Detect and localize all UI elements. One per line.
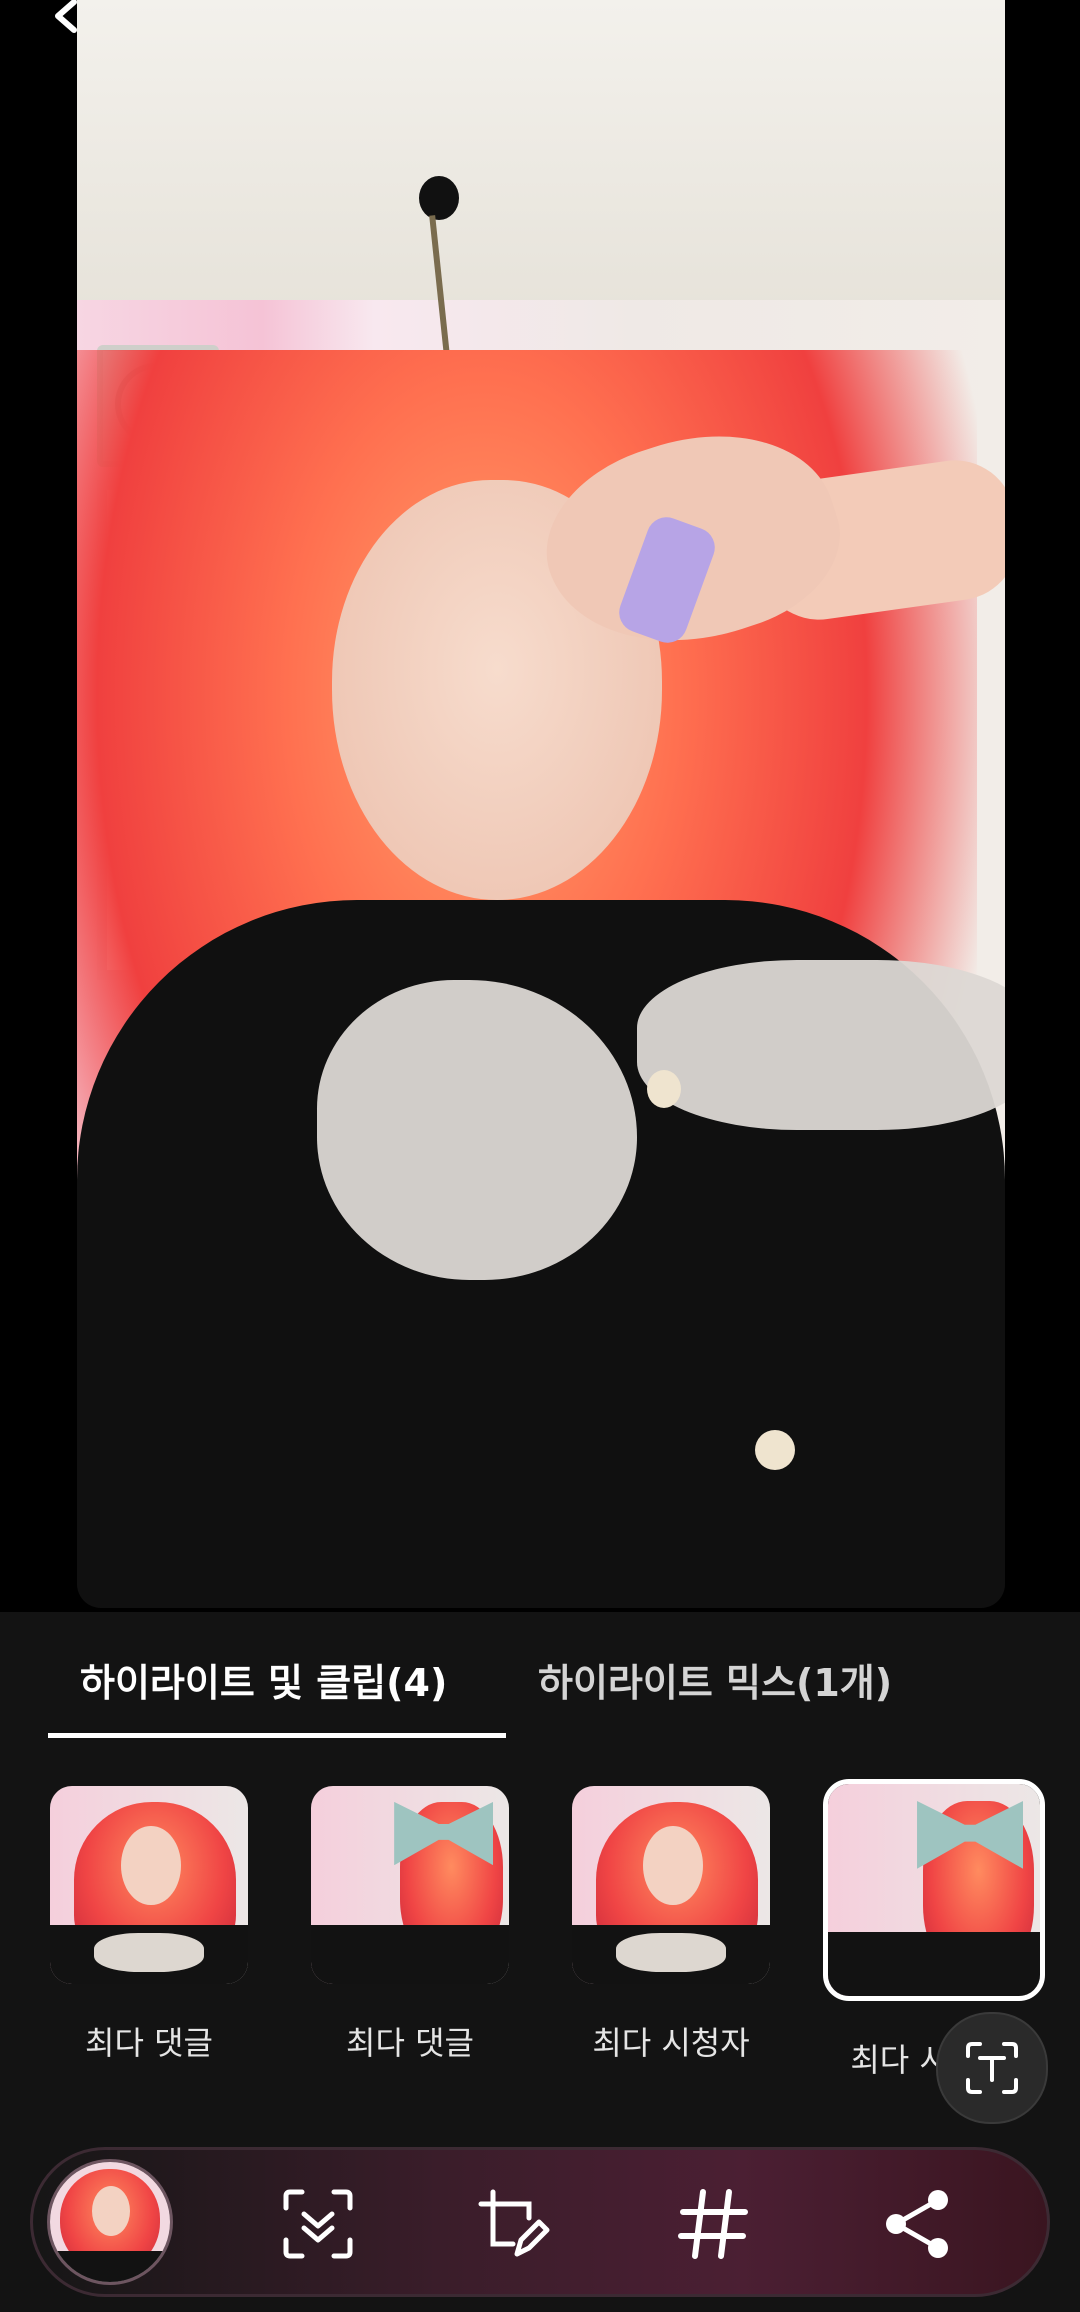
tab-bar: 하이라이트 및 클립(4) 하이라이트 믹스(1개)	[0, 1612, 1080, 1742]
clip-thumbnail	[50, 1786, 248, 1984]
clip-label: 최다 댓글	[346, 2024, 474, 2062]
back-button[interactable]	[40, 0, 100, 54]
tab-highlights-clips[interactable]: 하이라이트 및 클립(4)	[80, 1652, 447, 1707]
clip-thumbnail	[572, 1786, 770, 1984]
tab-underline	[48, 1733, 506, 1738]
preview-image	[77, 0, 1005, 1608]
clip-label: 최다 댓글	[85, 2024, 213, 2062]
hashtag-icon	[678, 2189, 748, 2259]
scan-icon	[283, 2189, 353, 2259]
hashtag-button[interactable]	[673, 2184, 753, 2264]
clip-item[interactable]: 최다 댓글	[311, 1786, 511, 2064]
clip-cover-thumbnail[interactable]	[47, 2159, 173, 2285]
share-icon	[886, 2190, 948, 2258]
cover-edit-icon	[478, 2189, 550, 2257]
clip-item[interactable]: 최다 댓글	[50, 1786, 250, 2064]
tab-highlight-mix[interactable]: 하이라이트 믹스(1개)	[538, 1652, 892, 1707]
text-overlay-button[interactable]	[936, 2012, 1048, 2124]
text-box-icon	[966, 2042, 1018, 2094]
clip-thumbnail	[823, 1779, 1045, 2001]
scan-button[interactable]	[278, 2184, 358, 2264]
clip-list: 최다 댓글 최다 댓글 최다 시청자 최다 시청자	[0, 1779, 1080, 2079]
clip-item[interactable]: 최다 시청자	[572, 1786, 772, 2064]
clip-thumbnail	[311, 1786, 509, 1984]
chevron-left-icon	[55, 0, 77, 33]
share-button[interactable]	[878, 2184, 958, 2264]
cover-edit-button[interactable]	[473, 2184, 553, 2264]
bottom-toolbar	[30, 2147, 1050, 2297]
video-preview[interactable]	[77, 0, 1005, 1608]
clip-label: 최다 시청자	[592, 2024, 750, 2062]
